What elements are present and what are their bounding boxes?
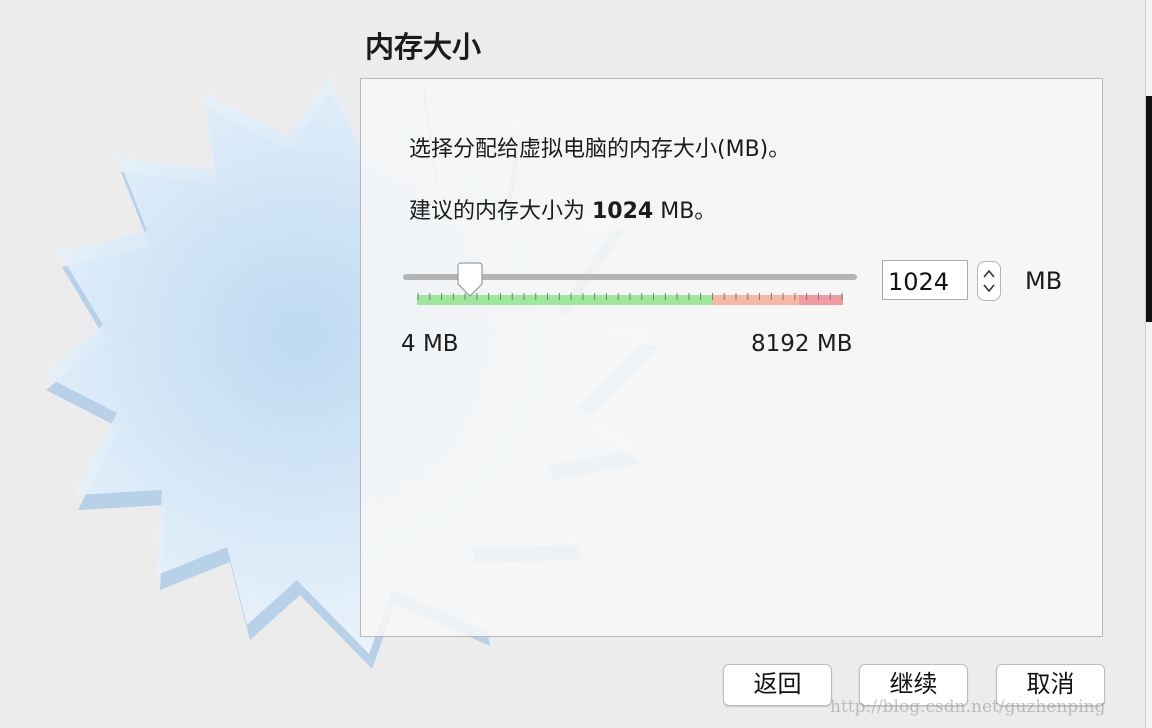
watermark-text: http://blog.csdn.net/guzhenping	[830, 697, 1106, 717]
danger-range-bar	[799, 295, 843, 305]
memory-size-input[interactable]	[882, 260, 968, 300]
recommendation-prefix: 建议的内存大小为	[409, 199, 592, 224]
memory-panel: 选择分配给虚拟电脑的内存大小(MB)。 建议的内存大小为 1024 MB。 4 …	[360, 78, 1103, 637]
back-button[interactable]: 返回	[723, 664, 832, 706]
memory-unit-label: MB	[1025, 267, 1063, 295]
background-window-dark-area	[1146, 96, 1152, 322]
page-title: 内存大小	[365, 30, 482, 64]
warning-range-bar	[713, 295, 799, 305]
max-memory-label: 8192 MB	[751, 331, 853, 357]
recommendation-text: 建议的内存大小为 1024 MB。	[409, 193, 716, 225]
stepper-arrows-icon	[983, 269, 995, 293]
min-memory-label: 4 MB	[401, 331, 459, 357]
memory-stepper[interactable]	[977, 261, 1001, 301]
recommendation-value: 1024	[592, 199, 654, 224]
memory-slider-thumb[interactable]	[455, 262, 485, 300]
recommendation-suffix: MB。	[653, 199, 717, 224]
description-text: 选择分配给虚拟电脑的内存大小(MB)。	[409, 137, 791, 162]
